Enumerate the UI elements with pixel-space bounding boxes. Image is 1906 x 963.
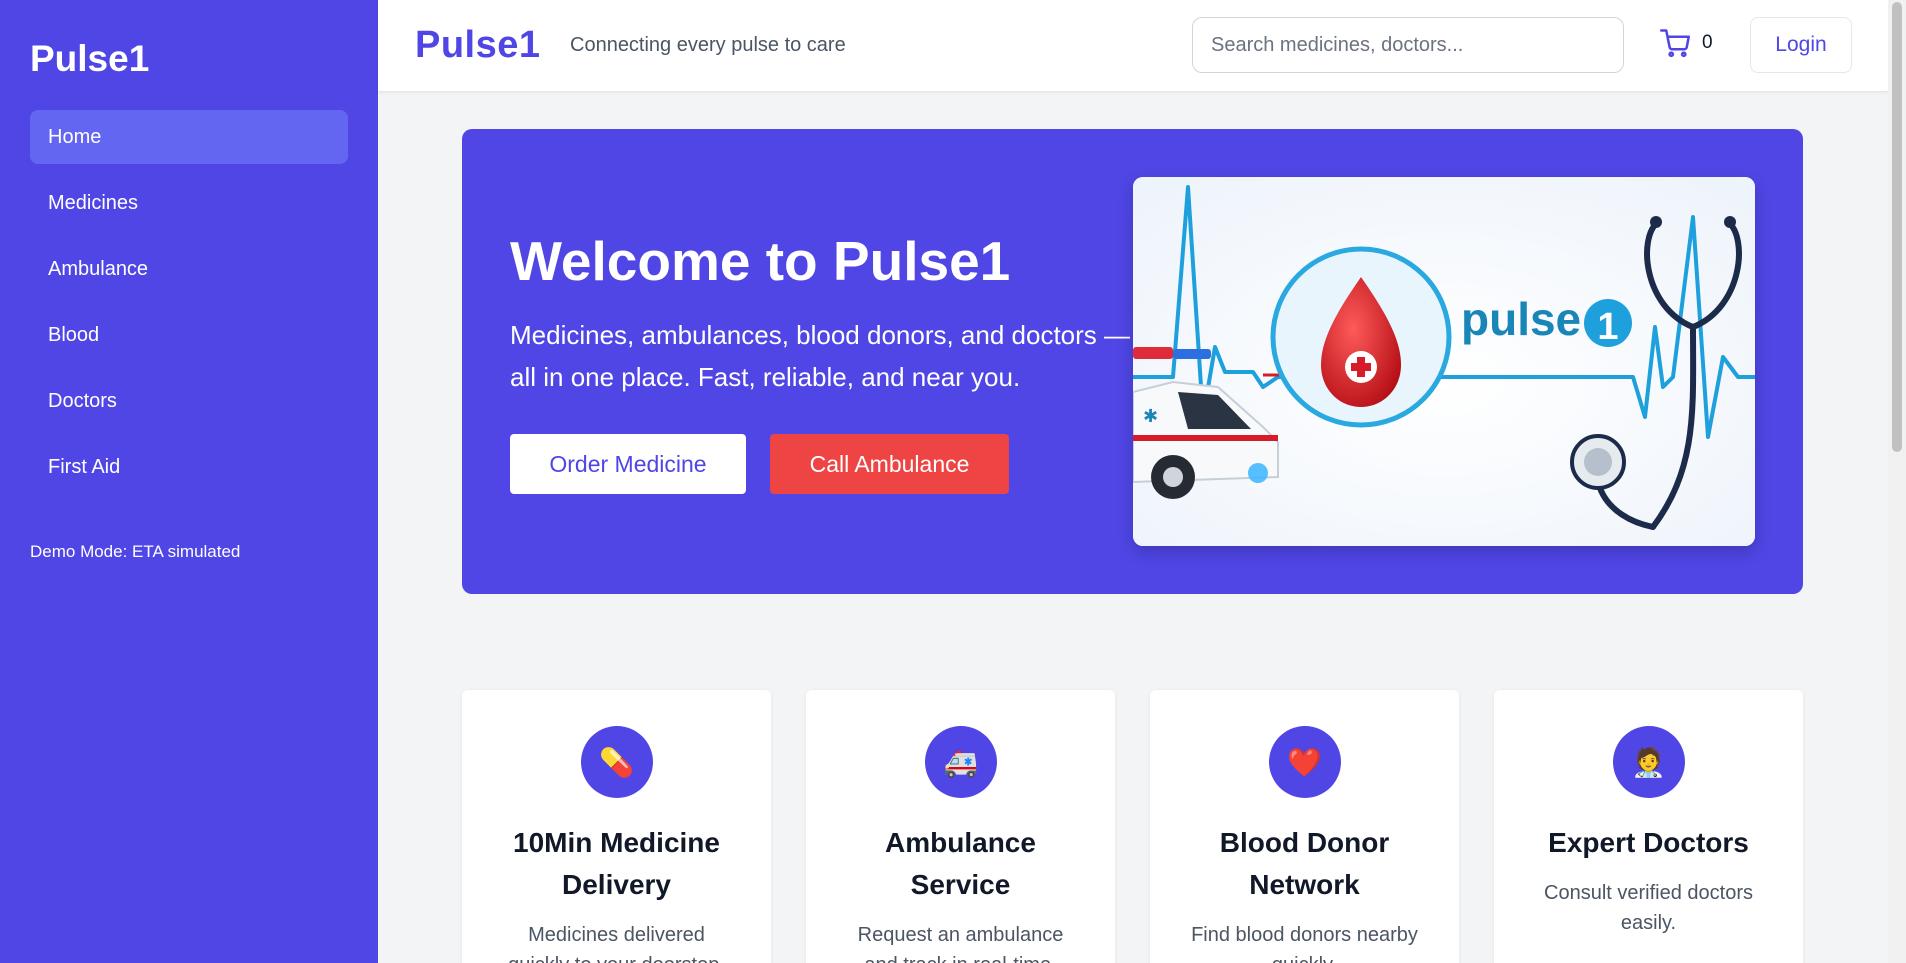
sidebar-item-ambulance[interactable]: Ambulance bbox=[30, 242, 348, 296]
hero-title: Welcome to Pulse1 bbox=[510, 230, 1011, 292]
call-ambulance-button[interactable]: Call Ambulance bbox=[770, 434, 1009, 494]
page-scrollbar[interactable] bbox=[1888, 0, 1906, 963]
sidebar-item-first-aid[interactable]: First Aid bbox=[30, 440, 348, 494]
login-button[interactable]: Login bbox=[1750, 17, 1852, 73]
sidebar-item-blood[interactable]: Blood bbox=[30, 308, 348, 362]
feature-desc: Medicines delivered quickly to your door… bbox=[508, 924, 725, 963]
feature-desc: Request an ambulance and track in real-t… bbox=[857, 924, 1064, 963]
feature-title: Expert Doctors bbox=[1548, 827, 1749, 858]
feature-title: Ambulance Service bbox=[885, 827, 1036, 900]
search-input[interactable] bbox=[1192, 17, 1624, 73]
cart-button[interactable]: 0 bbox=[1660, 28, 1713, 58]
header-tagline: Connecting every pulse to care bbox=[570, 34, 846, 56]
order-medicine-button[interactable]: Order Medicine bbox=[510, 434, 746, 494]
pill-icon: 💊 bbox=[580, 726, 653, 798]
ambulance-icon: 🚑 bbox=[924, 726, 997, 798]
illustration-logo-text: pulse bbox=[1461, 293, 1581, 345]
sidebar-nav: Home Medicines Ambulance Blood Doctors F… bbox=[30, 110, 348, 494]
sidebar-item-medicines[interactable]: Medicines bbox=[30, 176, 348, 230]
feature-title: Blood Donor Network bbox=[1219, 827, 1390, 900]
sidebar-item-doctors[interactable]: Doctors bbox=[30, 374, 348, 428]
demo-mode-note: Demo Mode: ETA simulated bbox=[30, 542, 241, 561]
svg-text:✱: ✱ bbox=[1143, 406, 1158, 427]
hero-banner: Welcome to Pulse1 Medicines, ambulances,… bbox=[462, 129, 1803, 594]
cart-icon bbox=[1660, 29, 1690, 58]
sidebar-item-home[interactable]: Home bbox=[30, 110, 348, 164]
doctor-icon: 🧑‍⚕️ bbox=[1612, 726, 1685, 798]
cart-count: 0 bbox=[1702, 32, 1713, 53]
feature-desc: Consult verified doctors easily. bbox=[1544, 882, 1753, 934]
hero-illustration: pulse 1 ✱ bbox=[1133, 177, 1755, 546]
top-bar: Pulse1 Connecting every pulse to care 0 … bbox=[378, 0, 1888, 92]
illustration-logo-badge: 1 bbox=[1597, 306, 1618, 348]
scrollbar-thumb[interactable] bbox=[1892, 2, 1902, 452]
feature-desc: Find blood donors nearby quickly. bbox=[1191, 924, 1418, 963]
feature-card-doctors[interactable]: 🧑‍⚕️ Expert Doctors Consult verified doc… bbox=[1494, 690, 1803, 963]
feature-card-blood[interactable]: ❤️ Blood Donor Network Find blood donors… bbox=[1150, 690, 1459, 963]
feature-card-medicine[interactable]: 💊 10Min Medicine Delivery Medicines deli… bbox=[462, 690, 771, 963]
heart-icon: ❤️ bbox=[1268, 726, 1341, 798]
header-logo[interactable]: Pulse1 bbox=[415, 24, 541, 67]
hero-subtitle: Medicines, ambulances, blood donors, and… bbox=[510, 320, 1131, 392]
feature-title: 10Min Medicine Delivery bbox=[513, 827, 720, 900]
sidebar: Pulse1 Home Medicines Ambulance Blood Do… bbox=[0, 0, 378, 963]
sidebar-brand[interactable]: Pulse1 bbox=[30, 38, 348, 80]
feature-card-ambulance[interactable]: 🚑 Ambulance Service Request an ambulance… bbox=[806, 690, 1115, 963]
